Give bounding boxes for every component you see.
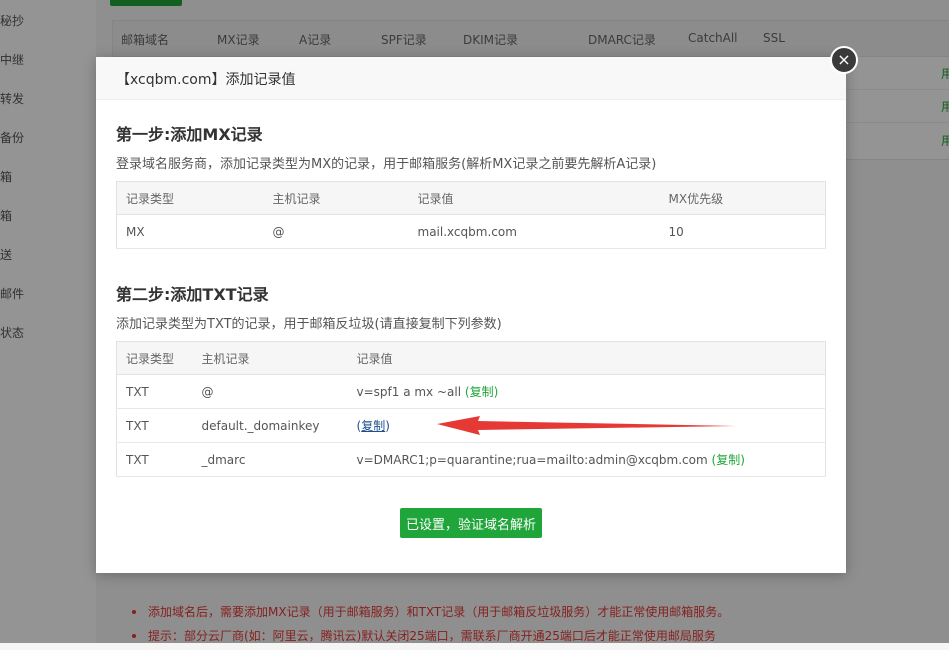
red-arrow-annotation (437, 416, 736, 435)
arrow-shape (437, 416, 736, 435)
